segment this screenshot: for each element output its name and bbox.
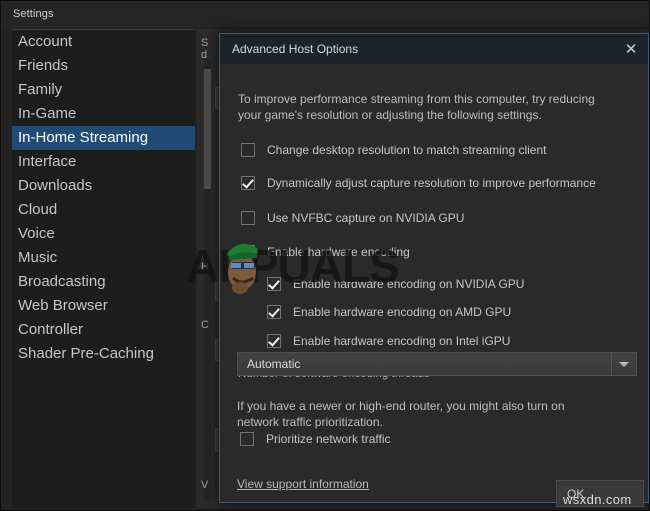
sidebar-item-account[interactable]: Account: [12, 30, 195, 54]
encoding-threads-select[interactable]: Automatic: [237, 352, 637, 376]
checkbox-label: Change desktop resolution to match strea…: [267, 143, 547, 157]
checkbox-label: Dynamically adjust capture resolution to…: [267, 176, 596, 190]
chevron-down-icon[interactable]: [611, 353, 636, 375]
settings-scrollbar-thumb[interactable]: [204, 69, 211, 189]
sidebar-item-music[interactable]: Music: [12, 246, 195, 270]
dialog-titlebar: Advanced Host Options ✕: [220, 34, 648, 65]
encoding-threads-value: Automatic: [247, 357, 301, 371]
settings-sidebar[interactable]: Account Friends Family In-Game In-Home Strea…: [12, 29, 195, 508]
prioritize-network-traffic-row[interactable]: Prioritize network traffic: [240, 432, 390, 446]
checkbox-row[interactable]: Dynamically adjust capture resolution to…: [241, 176, 596, 190]
checkbox-row[interactable]: Enable hardware encoding: [241, 245, 410, 259]
dialog-title: Advanced Host Options: [232, 42, 359, 56]
settings-scrollbar-track[interactable]: [204, 59, 211, 502]
view-support-information-link[interactable]: View support information: [237, 477, 369, 491]
prioritize-network-traffic-checkbox[interactable]: [240, 432, 254, 446]
sidebar-item-interface[interactable]: Interface: [12, 150, 195, 174]
checkbox-label: Enable hardware encoding: [267, 245, 410, 259]
intro-paragraph: To improve performance streaming from th…: [238, 92, 595, 122]
settings-titlebar: Settings: [1, 1, 649, 27]
checkbox-enable-hardware-encoding[interactable]: [241, 245, 255, 259]
sidebar-item-voice[interactable]: Voice: [12, 222, 195, 246]
checkbox-row[interactable]: Enable hardware encoding on Intel iGPU: [267, 334, 510, 348]
sidebar-item-broadcasting[interactable]: Broadcasting: [12, 270, 195, 294]
sidebar-item-family[interactable]: Family: [12, 78, 195, 102]
background-fragment: V: [201, 479, 209, 491]
checkbox-enable-hardware-encoding-on-intel-igpu[interactable]: [267, 334, 281, 348]
sidebar-item-downloads[interactable]: Downloads: [12, 174, 195, 198]
sidebar-item-controller[interactable]: Controller: [12, 318, 195, 342]
screen-root: Settings Account Friends Family In-Game In-H…: [0, 0, 650, 511]
checkbox-label: Use NVFBC capture on NVIDIA GPU: [267, 211, 465, 225]
background-fragment: d: [201, 49, 208, 61]
sidebar-item-in-game[interactable]: In-Game: [12, 102, 195, 126]
close-icon[interactable]: ✕: [620, 38, 642, 60]
checkbox-row[interactable]: Change desktop resolution to match strea…: [241, 143, 547, 157]
background-fragment: S: [201, 37, 209, 49]
background-fragment: H: [201, 261, 209, 273]
checkbox-use-nvfbc-capture-on-nvidia-gpu[interactable]: [241, 211, 255, 225]
checkbox-enable-hardware-encoding-on-nvidia-gpu[interactable]: [267, 277, 281, 291]
checkbox-change-desktop-resolution-to-match-streaming-client[interactable]: [241, 143, 255, 157]
sidebar-item-friends[interactable]: Friends: [12, 54, 195, 78]
router-paragraph: If you have a newer or high-end router, …: [237, 399, 565, 429]
checkbox-label: Enable hardware encoding on Intel iGPU: [293, 334, 511, 348]
sidebar-item-shader-pre-caching[interactable]: Shader Pre-Caching: [12, 342, 195, 366]
checkbox-row[interactable]: Enable hardware encoding on AMD GPU: [267, 305, 511, 319]
background-fragment: C: [201, 319, 209, 331]
sidebar-item-in-home-streaming[interactable]: In-Home Streaming: [12, 126, 195, 150]
checkbox-label: Enable hardware encoding on NVIDIA GPU: [293, 277, 525, 291]
sidebar-item-cloud[interactable]: Cloud: [12, 198, 195, 222]
checkbox-row[interactable]: Use NVFBC capture on NVIDIA GPU: [241, 211, 464, 225]
checkbox-dynamically-adjust-capture-resolution-to-improve-performance[interactable]: [241, 176, 255, 190]
checkbox-row[interactable]: Enable hardware encoding on NVIDIA GPU: [267, 277, 524, 291]
checkbox-enable-hardware-encoding-on-amd-gpu[interactable]: [267, 305, 281, 319]
sidebar-item-web-browser[interactable]: Web Browser: [12, 294, 195, 318]
ok-button[interactable]: OK: [556, 480, 644, 507]
checkbox-label: Enable hardware encoding on AMD GPU: [293, 305, 512, 319]
settings-window-title: Settings: [13, 8, 54, 20]
prioritize-network-traffic-label: Prioritize network traffic: [266, 432, 391, 446]
